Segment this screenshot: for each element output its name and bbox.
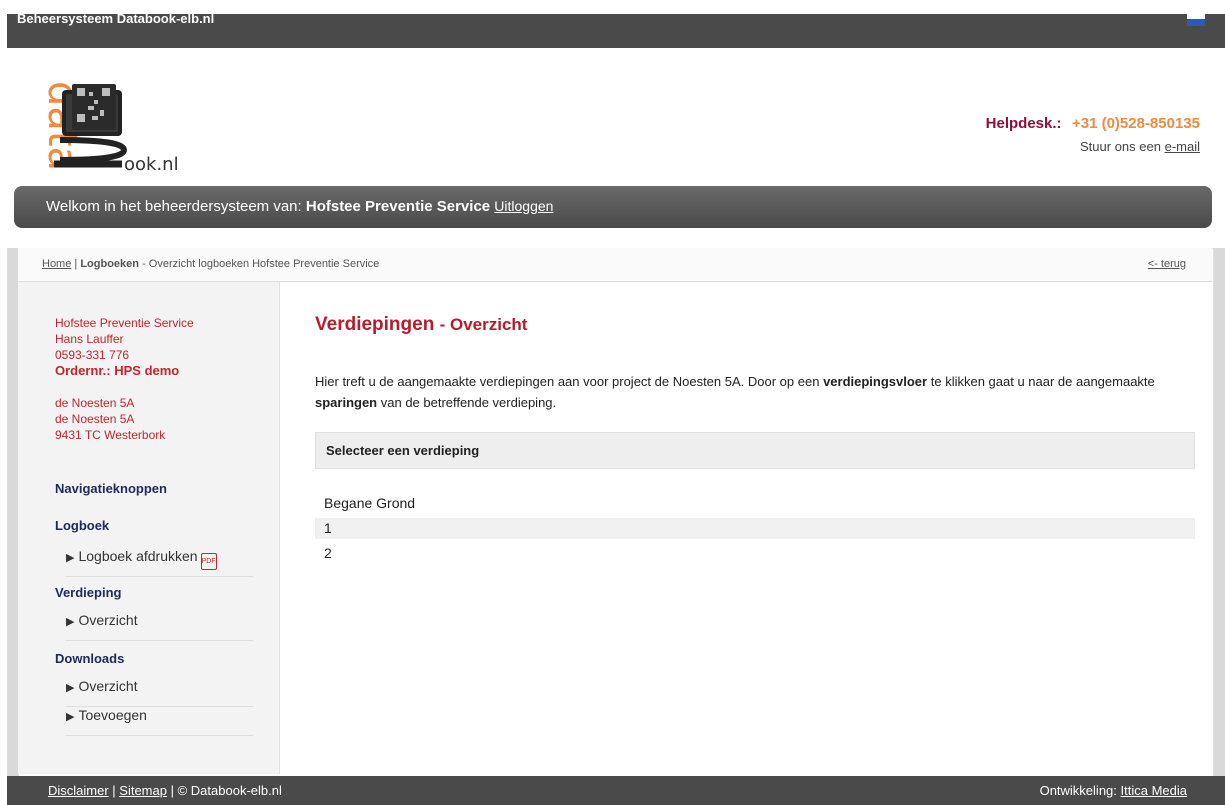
developer-link[interactable]: Ittica Media xyxy=(1121,783,1187,798)
nav-section-logboek: Logboek xyxy=(55,518,110,533)
floor-row-1[interactable]: 1 xyxy=(315,518,1195,539)
developer-label: Ontwikkeling: xyxy=(1039,783,1117,798)
back-link[interactable]: <- terug xyxy=(1148,258,1186,270)
databook-logo[interactable]: data ook.nl xyxy=(14,78,214,178)
floor-label: 1 xyxy=(324,520,332,536)
helpdesk-label: Helpdesk.: xyxy=(985,115,1062,132)
order-number: Ordernr.: HPS demo xyxy=(55,363,180,378)
sidebar-item-logboek-afdrukken[interactable]: ▶ Logboek afdrukken PDF xyxy=(66,548,253,577)
company-name: Hofstee Preventie Service xyxy=(305,198,491,215)
pdf-icon[interactable]: PDF xyxy=(200,553,217,570)
intro-part-1: Hier treft u de aangemaakte verdiepingen… xyxy=(315,374,820,389)
select-floor-header: Selecteer een verdieping xyxy=(315,432,1195,469)
footer: Disclaimer | Sitemap | © Databook-elb.nl… xyxy=(7,776,1225,805)
email-link[interactable]: e-mail xyxy=(1165,139,1200,154)
arrow-right-icon: ▶ xyxy=(66,552,75,564)
sidebar-item-label: Overzicht xyxy=(78,678,138,694)
right-gutter xyxy=(1213,248,1225,776)
address-person: Hans Lauffer xyxy=(55,332,124,346)
address-phone: 0593-331 776 xyxy=(55,348,130,362)
breadcrumb-home-link[interactable]: Home xyxy=(42,258,71,270)
breadcrumb-current: Logboeken xyxy=(80,258,139,270)
floor-row-2[interactable]: 2 xyxy=(315,543,1195,564)
select-floor-label: Selecteer een verdieping xyxy=(326,443,480,458)
breadcrumb: Home | Logboeken - Overzicht logboeken H… xyxy=(18,248,1212,282)
breadcrumb-current-rest: - Overzicht logboeken Hofstee Preventie … xyxy=(142,258,380,270)
page-title-main: Verdiepingen xyxy=(315,314,435,335)
floor-label: Begane Grond xyxy=(324,495,416,511)
address-street-1: de Noesten 5A xyxy=(55,396,135,410)
nav-section-verdieping: Verdieping xyxy=(55,585,122,600)
intro-bold-1: verdiepingsvloer xyxy=(823,374,928,389)
left-gutter xyxy=(7,248,18,776)
arrow-right-icon: ▶ xyxy=(66,616,75,628)
page-title: Verdiepingen - Overzicht xyxy=(315,314,1195,336)
sidebar-item-downloads-toevoegen[interactable]: ▶ Toevoegen xyxy=(66,707,253,736)
logo-suffix-text: ook.nl xyxy=(124,154,179,175)
page-subtitle: - Overzicht xyxy=(439,315,528,334)
system-title: Beheersysteem Databook-elb.nl xyxy=(17,11,215,26)
nav-title: Navigatieknoppen xyxy=(55,481,167,496)
address-city: 9431 TC Westerbork xyxy=(55,428,166,442)
sidebar-item-verdieping-overzicht[interactable]: ▶ Overzicht xyxy=(66,612,253,641)
top-bar: Beheersysteem Databook-elb.nl xyxy=(7,11,1225,48)
floor-row-begane-grond[interactable]: Begane Grond xyxy=(315,493,1195,514)
main-content: Verdiepingen - Overzicht Hier treft u de… xyxy=(315,314,1195,561)
sidebar-item-label: Logboek afdrukken xyxy=(78,548,198,564)
address-block: Hofstee Preventie Service Hans Lauffer 0… xyxy=(55,315,194,443)
welcome-text: Welkom in het beheerdersysteem van: xyxy=(46,198,302,215)
intro-text: Hier treft u de aangemaakte verdiepingen… xyxy=(315,371,1195,413)
disclaimer-link[interactable]: Disclaimer xyxy=(48,783,109,798)
language-flag-icon[interactable] xyxy=(1187,14,1205,26)
welcome-bar: Welkom in het beheerdersysteem van: Hofs… xyxy=(14,186,1212,228)
arrow-right-icon: ▶ xyxy=(66,711,75,723)
nav-section-downloads: Downloads xyxy=(55,651,125,666)
sitemap-link[interactable]: Sitemap xyxy=(119,783,167,798)
intro-part-3: van de betreffende verdieping. xyxy=(380,395,557,410)
floor-label: 2 xyxy=(324,545,332,561)
intro-bold-2: sparingen xyxy=(315,395,378,410)
breadcrumb-separator: | xyxy=(74,258,78,270)
sidebar-item-downloads-overzicht[interactable]: ▶ Overzicht xyxy=(66,678,253,707)
sidebar: Hofstee Preventie Service Hans Lauffer 0… xyxy=(18,282,280,774)
mail-prefix: Stuur ons een xyxy=(1080,139,1161,154)
logout-link[interactable]: Uitloggen xyxy=(494,198,553,214)
sidebar-item-label: Overzicht xyxy=(78,612,138,628)
intro-part-2: te klikken gaat u naar de aangemaakte xyxy=(930,374,1155,389)
sidebar-item-label: Toevoegen xyxy=(78,707,147,723)
helpdesk-block: Helpdesk.: +31 (0)528-850135 Stuur ons e… xyxy=(986,115,1200,154)
address-street-2: de Noesten 5A xyxy=(55,412,135,426)
helpdesk-phone[interactable]: +31 (0)528-850135 xyxy=(1072,115,1200,132)
arrow-right-icon: ▶ xyxy=(66,682,75,694)
copyright-text: | © Databook-elb.nl xyxy=(170,783,282,798)
address-company: Hofstee Preventie Service xyxy=(55,316,194,330)
